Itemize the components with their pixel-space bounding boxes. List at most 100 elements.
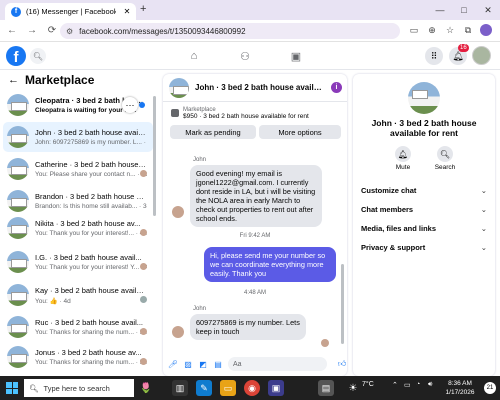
thumbs-up-icon[interactable]: 👍︎ bbox=[337, 359, 347, 369]
tab-close-icon[interactable]: ✕ bbox=[121, 7, 133, 16]
mute-button[interactable]: 🔔︎ Mute bbox=[387, 146, 419, 171]
listing-card[interactable]: Marketplace $950 · 3 bed 2 bath house av… bbox=[183, 107, 309, 120]
message-bubble-incoming: Good evening! my email is jgonel1222@gma… bbox=[190, 165, 322, 227]
sticker-icon[interactable]: ◩ bbox=[198, 359, 208, 369]
bookmark-star-icon[interactable]: ☆ bbox=[444, 23, 456, 37]
listing-thumbnail bbox=[7, 126, 29, 148]
conversation-preview: You: Thank you for your interest! Y... ·… bbox=[35, 264, 147, 271]
conversation-item[interactable]: Ruc · 3 bed 2 bath house avail... You: Th… bbox=[3, 312, 153, 342]
media-files-row[interactable]: Media, files and links ⌄ bbox=[361, 224, 487, 233]
message-input[interactable]: Aa bbox=[228, 357, 327, 371]
close-window-button[interactable]: ✕ bbox=[476, 0, 500, 20]
wifi-icon[interactable]: ◔ bbox=[416, 381, 420, 388]
microphone-icon[interactable]: 🎤︎ bbox=[168, 359, 178, 369]
temperature[interactable]: 7°C bbox=[362, 381, 374, 388]
bell-icon: 🔔︎ bbox=[395, 146, 411, 162]
friends-icon[interactable]: ⚇ bbox=[236, 48, 254, 64]
account-avatar[interactable] bbox=[472, 46, 491, 65]
conversation-item[interactable]: Cleopatra · 3 bed 2 bath house ... Cleopa… bbox=[3, 90, 153, 120]
task-view-icon[interactable]: ▥ bbox=[172, 380, 188, 396]
tulips-widget-icon[interactable]: 🌷 bbox=[138, 380, 154, 396]
conversation-item[interactable]: Kay · 3 bed 2 bath house availab... You: … bbox=[3, 280, 153, 310]
sidebar-scrollbar[interactable] bbox=[153, 96, 156, 216]
reload-icon[interactable]: ⟳ bbox=[44, 23, 60, 39]
mark-pending-button[interactable]: Mark as pending bbox=[170, 125, 256, 139]
image-icon[interactable]: ▨ bbox=[183, 359, 193, 369]
privacy-support-row[interactable]: Privacy & support ⌄ bbox=[361, 243, 487, 252]
home-icon[interactable]: ⌂ bbox=[185, 48, 203, 64]
notification-center-badge[interactable]: 21 bbox=[484, 382, 496, 394]
zoom-icon[interactable]: ⊕ bbox=[426, 23, 438, 37]
more-options-button[interactable]: More options bbox=[259, 125, 341, 139]
conversation-item-active[interactable]: John · 3 bed 2 bath house availab... John… bbox=[3, 122, 153, 152]
extensions-icon[interactable]: ⧉ bbox=[462, 23, 474, 37]
search-icon: 🔍︎ bbox=[437, 146, 453, 162]
back-arrow-icon[interactable]: ← bbox=[8, 74, 19, 86]
pen-app-icon[interactable]: ✎ bbox=[196, 380, 212, 396]
chat-title[interactable]: John · 3 bed 2 bath house available... bbox=[195, 83, 325, 92]
message-composer: 🎤︎ ▨ ◩ ▤ Aa 👍︎ bbox=[163, 354, 347, 374]
store-app-icon[interactable]: ▣ bbox=[268, 380, 284, 396]
conversation-item[interactable]: Jonus · 3 bed 2 bath house av... You: Tha… bbox=[3, 342, 153, 372]
maximize-button[interactable]: □ bbox=[452, 0, 476, 20]
conversation-item[interactable]: Brandon · 3 bed 2 bath house av... Brando… bbox=[3, 186, 153, 216]
search-icon[interactable]: 🔍︎ bbox=[30, 48, 46, 64]
taskbar-search[interactable]: 🔍︎ Type here to search bbox=[24, 379, 134, 397]
conversation-item[interactable]: I.G. · 3 bed 2 bath house avail... You: T… bbox=[3, 247, 153, 277]
more-options-icon[interactable]: ⋯ bbox=[122, 97, 138, 113]
listing-title: John · 3 bed 2 bath house available for … bbox=[371, 118, 477, 138]
search-label: Search bbox=[434, 164, 456, 171]
conversation-name: Kay · 3 bed 2 bath house availab... bbox=[35, 285, 147, 295]
volume-icon[interactable]: 🔊︎ bbox=[428, 381, 432, 389]
listing-photo[interactable] bbox=[408, 82, 440, 114]
gif-icon[interactable]: ▤ bbox=[213, 359, 223, 369]
windows-start-icon[interactable] bbox=[6, 382, 18, 394]
conversation-item[interactable]: Nikita · 3 bed 2 bath house av... You: Th… bbox=[3, 213, 153, 243]
minimize-button[interactable]: — bbox=[428, 0, 452, 20]
customize-chat-row[interactable]: Customize chat ⌄ bbox=[361, 186, 487, 195]
menu-grid-icon[interactable]: ⠿ bbox=[425, 47, 443, 65]
clock-date: 1/17/2026 bbox=[445, 389, 475, 396]
conversation-name: I.G. · 3 bed 2 bath house avail... bbox=[35, 253, 142, 262]
conversation-preview: You: 👍 · 4d bbox=[35, 297, 71, 305]
info-icon[interactable]: i bbox=[331, 82, 342, 93]
conversation-name: John · 3 bed 2 bath house availab... bbox=[35, 128, 147, 137]
install-app-icon[interactable]: ▭ bbox=[408, 23, 420, 37]
weather-icon[interactable]: ☀ bbox=[345, 380, 361, 396]
conversation-preview: You: Please share your contact n... · 3d bbox=[35, 171, 147, 178]
facebook-logo[interactable]: f bbox=[6, 46, 26, 66]
message-sender: John bbox=[193, 306, 207, 312]
message-sender: John bbox=[193, 157, 207, 163]
tray-chevron-icon[interactable]: ⌃ bbox=[392, 381, 398, 389]
profile-icon[interactable] bbox=[480, 23, 492, 37]
site-info-icon[interactable]: ⚙ bbox=[66, 27, 73, 36]
mute-label: Mute bbox=[395, 164, 411, 171]
forward-icon[interactable]: → bbox=[24, 23, 40, 39]
listing-thumbnail bbox=[7, 94, 29, 116]
taskbar-search-placeholder: Type here to search bbox=[43, 383, 110, 393]
url-field[interactable]: ⚙ facebook.com/messages/t/13500934468009… bbox=[60, 23, 400, 39]
app-icon[interactable]: ▤ bbox=[318, 380, 334, 396]
chat-scrollbar[interactable] bbox=[341, 264, 344, 344]
chat-listing-thumbnail[interactable] bbox=[169, 77, 189, 98]
conversation-item[interactable]: Catherine · 3 bed 2 bath house a... You: … bbox=[3, 154, 153, 184]
browser-tab[interactable]: f (16) Messenger | Facebook ✕ bbox=[5, 3, 136, 20]
gaming-icon[interactable]: ▣ bbox=[287, 48, 305, 64]
listing-thumbnail bbox=[7, 190, 29, 212]
seen-avatar bbox=[140, 358, 147, 365]
message-bubble-outgoing: Hi, please send me your number so we can… bbox=[204, 247, 336, 282]
search-in-chat-button[interactable]: 🔍︎ Search bbox=[429, 146, 461, 171]
clock-time: 8:36 AM bbox=[448, 380, 472, 387]
chat-members-row[interactable]: Chat members ⌄ bbox=[361, 205, 487, 214]
conversation-name: Catherine · 3 bed 2 bath house a... bbox=[35, 160, 147, 169]
conversation-name: Nikita · 3 bed 2 bath house av... bbox=[35, 219, 141, 228]
network-icon[interactable]: ▭ bbox=[404, 381, 411, 389]
listing-thumbnail bbox=[7, 251, 29, 273]
chrome-icon[interactable]: ◉ bbox=[244, 380, 260, 396]
file-explorer-icon[interactable]: ▭ bbox=[220, 380, 236, 396]
seen-avatar bbox=[140, 263, 147, 270]
taskbar-clock[interactable]: 8:36 AM 1/17/2026 bbox=[440, 379, 480, 397]
chat-panel: John · 3 bed 2 bath house available... i… bbox=[163, 74, 347, 376]
back-icon[interactable]: ← bbox=[4, 23, 20, 39]
new-tab-button[interactable]: + bbox=[140, 3, 146, 15]
